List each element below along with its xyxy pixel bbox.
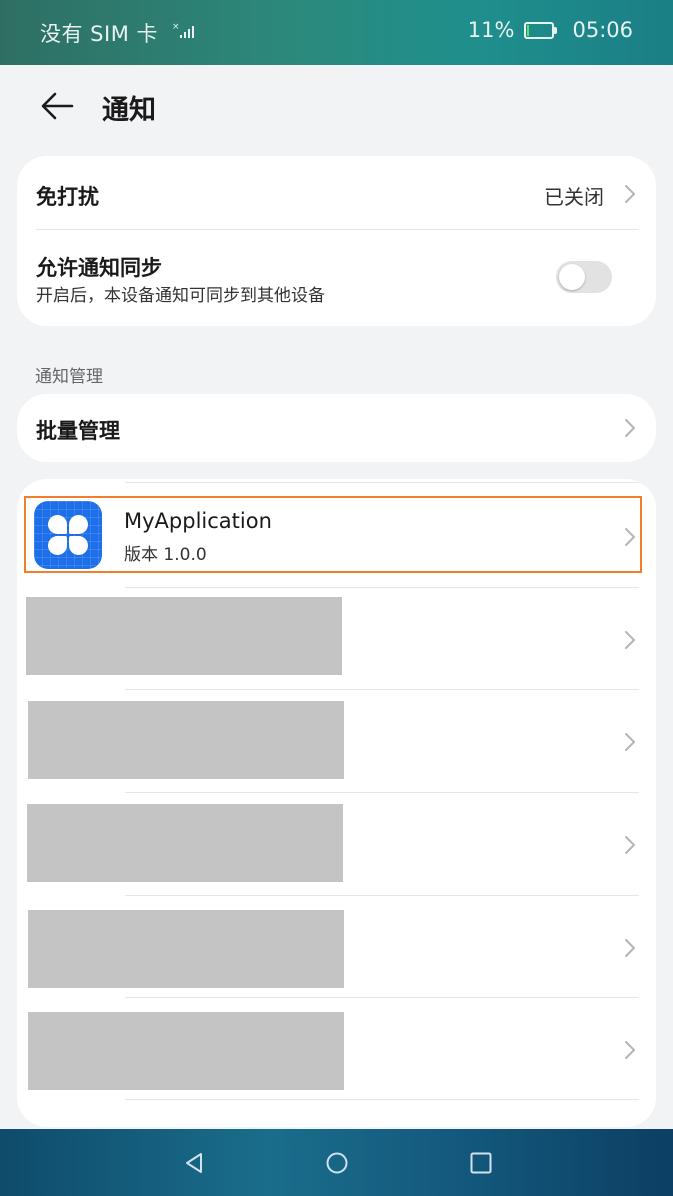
- status-bar: 没有 SIM 卡 × 11% 05:06: [0, 0, 673, 65]
- battery-icon: [524, 21, 558, 39]
- page-title: 通知: [102, 95, 156, 126]
- do-not-disturb-value: 已关闭: [544, 185, 604, 209]
- battery-percent: 11%: [467, 18, 515, 42]
- chevron-right-icon: [625, 939, 635, 957]
- app-row-redacted[interactable]: [17, 792, 656, 894]
- svg-text:×: ×: [172, 22, 180, 32]
- back-arrow-icon[interactable]: [36, 86, 80, 126]
- toggle-knob: [559, 264, 585, 290]
- app-row-myapplication[interactable]: MyApplication 版本 1.0.0: [17, 479, 656, 581]
- divider: [125, 1099, 639, 1100]
- redacted-block: [28, 1012, 344, 1090]
- chevron-right-icon: [625, 185, 635, 203]
- home-circle-icon[interactable]: [322, 1149, 352, 1177]
- chevron-right-icon: [625, 631, 635, 649]
- notification-sync-description: 开启后，本设备通知可同步到其他设备: [36, 286, 325, 306]
- notification-sync-toggle[interactable]: [556, 261, 612, 293]
- redacted-block: [28, 910, 344, 988]
- app-row-redacted[interactable]: [17, 895, 656, 997]
- app-list: MyApplication 版本 1.0.0: [17, 479, 656, 1127]
- header: 通知: [0, 66, 673, 146]
- app-row-redacted[interactable]: [17, 689, 656, 791]
- back-triangle-icon[interactable]: [179, 1149, 209, 1177]
- chevron-right-icon: [625, 836, 635, 854]
- do-not-disturb-label: 免打扰: [36, 185, 99, 209]
- do-not-disturb-row[interactable]: 免打扰 已关闭: [17, 156, 656, 230]
- signal-icon: ×: [172, 22, 194, 38]
- redacted-block: [28, 701, 344, 779]
- clock: 05:06: [572, 18, 633, 42]
- app-row-redacted[interactable]: [17, 997, 656, 1099]
- notification-sync-label: 允许通知同步: [36, 256, 162, 280]
- batch-manage-row[interactable]: 批量管理: [17, 394, 656, 462]
- recents-square-icon[interactable]: [466, 1149, 496, 1177]
- redacted-block: [27, 804, 343, 882]
- chevron-right-icon: [625, 733, 635, 751]
- notification-sync-row: 允许通知同步 开启后，本设备通知可同步到其他设备: [17, 230, 656, 326]
- app-row-redacted[interactable]: [17, 587, 656, 689]
- batch-manage-label: 批量管理: [36, 419, 120, 443]
- section-title: 通知管理: [35, 367, 103, 387]
- sim-status: 没有 SIM 卡: [40, 22, 158, 46]
- selection-highlight: [24, 496, 642, 573]
- chevron-right-icon: [625, 419, 635, 437]
- navigation-bar: [0, 1129, 673, 1196]
- settings-card: 免打扰 已关闭 允许通知同步 开启后，本设备通知可同步到其他设备: [17, 156, 656, 326]
- chevron-right-icon: [625, 1041, 635, 1059]
- redacted-block: [26, 597, 342, 675]
